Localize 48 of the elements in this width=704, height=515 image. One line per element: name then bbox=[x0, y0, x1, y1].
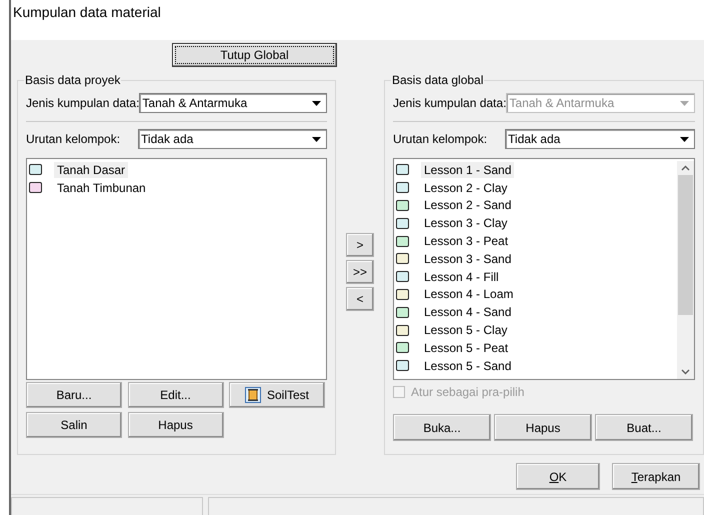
action-button[interactable]: Hapus bbox=[494, 414, 592, 441]
group-title: Basis data global bbox=[391, 73, 484, 87]
dropdown-arrow-icon bbox=[680, 136, 689, 142]
field-label: Jenis kumpulan data: bbox=[26, 96, 140, 110]
scrollbar[interactable] bbox=[677, 161, 694, 379]
action-button[interactable]: Buat... bbox=[595, 414, 693, 441]
list-item[interactable]: Lesson 2 - Clay bbox=[396, 178, 677, 197]
action-button[interactable]: Baru... bbox=[26, 382, 122, 408]
action-button[interactable]: Salin bbox=[26, 412, 122, 438]
list-item[interactable]: Lesson 3 - Clay bbox=[396, 214, 677, 232]
action-button[interactable]: Hapus bbox=[128, 412, 224, 438]
field-label: Urutan kelompok: bbox=[393, 132, 488, 146]
group-title: Basis data proyek bbox=[24, 73, 122, 87]
list-item[interactable]: Lesson 5 - Sand bbox=[396, 356, 677, 375]
dropdown-arrow-icon bbox=[312, 136, 321, 142]
dropdown-arrow-icon bbox=[680, 100, 689, 106]
dialog-button[interactable]: Terapkan bbox=[612, 463, 700, 490]
checkbox-label: Atur sebagai pra-pilih bbox=[411, 385, 524, 399]
cylinder-icon bbox=[244, 387, 261, 403]
field-label: Urutan kelompok: bbox=[26, 132, 120, 146]
scrollbar-thumb[interactable] bbox=[678, 175, 693, 315]
field-label: Jenis kumpulan data: bbox=[393, 96, 506, 110]
dropdown[interactable]: Tidak ada bbox=[138, 129, 327, 149]
list-item[interactable]: Lesson 1 - Sand bbox=[396, 161, 677, 179]
list-item[interactable]: Lesson 5 - Peat bbox=[396, 338, 677, 357]
dropdown-arrow-icon bbox=[312, 100, 321, 106]
action-button[interactable]: Buka... bbox=[393, 414, 491, 441]
list-item[interactable]: Lesson 3 - Peat bbox=[396, 232, 677, 250]
list-item[interactable]: Lesson 4 - Sand bbox=[396, 303, 677, 322]
dropdown[interactable]: Tanah & Antarmuka bbox=[139, 93, 327, 113]
dropdown[interactable]: Tidak ada bbox=[505, 129, 695, 149]
list-item[interactable]: Lesson 3 - Sand bbox=[396, 250, 677, 268]
list-item[interactable]: Lesson 5 - Clay bbox=[396, 321, 677, 339]
list-item[interactable]: Tanah Dasar bbox=[29, 161, 326, 179]
dialog-button[interactable]: OK bbox=[516, 463, 600, 490]
scroll-up-icon bbox=[681, 165, 690, 171]
toggle-global-button[interactable]: Tutup Global bbox=[172, 43, 337, 67]
list-item[interactable]: Tanah Timbunan bbox=[29, 178, 326, 197]
list-item[interactable]: Lesson 4 - Loam bbox=[396, 286, 677, 304]
transfer-button[interactable]: < bbox=[346, 287, 374, 311]
list-item[interactable]: Lesson 2 - Sand bbox=[396, 196, 677, 214]
list-item[interactable]: Lesson 4 - Fill bbox=[396, 268, 677, 286]
transfer-button[interactable]: >> bbox=[346, 260, 374, 284]
soiltest-button[interactable]: SoilTest bbox=[229, 382, 325, 408]
action-button[interactable]: Edit... bbox=[128, 382, 224, 408]
scroll-down-icon bbox=[681, 369, 690, 375]
transfer-button[interactable]: > bbox=[346, 233, 374, 257]
window-title: Kumpulan data material bbox=[12, 4, 161, 20]
